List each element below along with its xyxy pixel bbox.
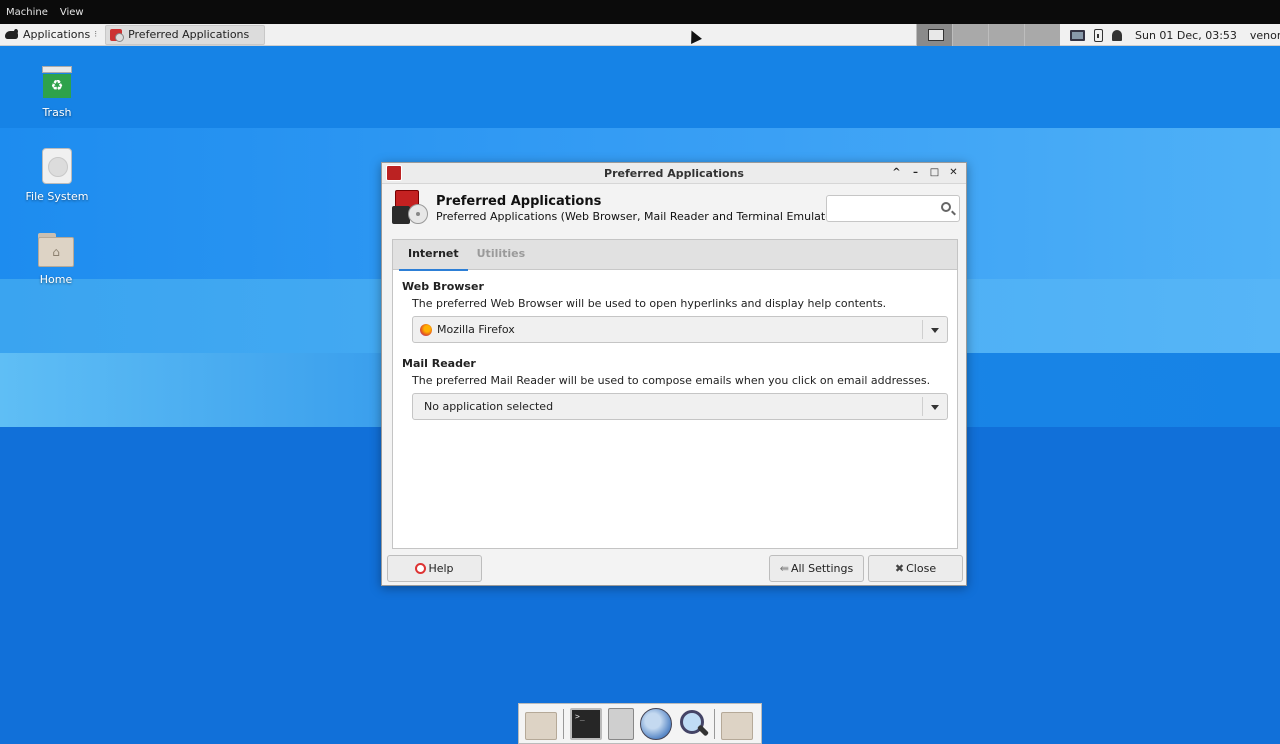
settings-arrow-icon: ⇚ [779,562,789,575]
dock-separator [563,708,564,739]
hard-drive-icon [42,148,72,184]
window-controls: ^ – □ ✕ [890,166,960,179]
chevron-down-icon[interactable] [931,328,939,333]
trash-icon: ♻ [42,66,72,100]
preferred-applications-dialog: Preferred Applications ^ – □ ✕ Preferred… [381,162,967,586]
firefox-icon [420,323,432,336]
notification-bell-icon[interactable] [1112,29,1122,41]
close-window-button[interactable]: ✕ [947,166,960,179]
dock-separator [714,708,715,739]
desktop-icon-trash[interactable]: ♻ Trash [9,66,105,119]
workspace-4[interactable] [1024,24,1060,46]
desktop-icon-label: Home [39,273,73,286]
tab-notebook: Internet Utilities Web Browser The prefe… [392,239,958,549]
workspace-3[interactable] [988,24,1024,46]
web-browser-heading: Web Browser [402,280,484,293]
web-browser-icon[interactable] [640,707,672,740]
preferred-applications-icon [392,190,428,226]
applications-label: Applications [23,28,91,41]
wallpaper-band [0,46,1280,128]
mail-reader-heading: Mail Reader [402,357,476,370]
desktop-icon-label: File System [25,190,89,203]
home-folder-icon: ⌂ [38,233,74,267]
close-button-label: Close [906,562,937,575]
close-button[interactable]: ✖ Close [868,555,963,582]
window-titlebar[interactable]: Preferred Applications ^ – □ ✕ [382,163,966,184]
folder-icon[interactable] [525,711,557,740]
vm-menubar: Machine View [0,0,1280,24]
help-button-label: Help [428,562,454,575]
desktop-icon-file-system[interactable]: File System [9,148,105,203]
tab-utilities[interactable]: Utilities [468,240,535,270]
tab-bar: Internet Utilities [393,240,957,271]
header-subtitle: Preferred Applications (Web Browser, Mai… [436,209,841,223]
lifebuoy-icon [415,563,427,574]
window-app-icon[interactable] [386,165,402,181]
desktop-icon-label: Trash [42,106,72,119]
search-icon[interactable] [941,202,951,212]
bottom-dock [518,703,762,744]
minimize-button[interactable]: – [909,166,922,179]
tab-internet[interactable]: Internet [399,240,468,271]
file-cabinet-icon[interactable] [608,707,634,740]
taskbar-item-preferred-applications[interactable]: Preferred Applications [105,24,266,45]
maximize-button[interactable]: □ [928,166,941,179]
panel-separator: ⁝ [94,29,98,40]
all-settings-button-label: All Settings [790,562,854,575]
desktop-icon-home[interactable]: ⌂ Home [8,233,104,286]
preferred-applications-icon [110,28,125,42]
web-browser-select[interactable]: Mozilla Firefox [412,316,948,343]
vm-menu-machine[interactable]: Machine [6,7,48,18]
terminal-icon[interactable] [570,707,602,740]
dialog-header: Preferred Applications Preferred Applica… [382,184,966,232]
vm-menu-view[interactable]: View [60,7,84,18]
workspace-2[interactable] [952,24,988,46]
panel-clock[interactable]: Sun 01 Dec, 03:53 [1135,29,1237,42]
applications-menu-button[interactable]: Applications ⁝ [0,24,101,46]
help-button[interactable]: Help [387,555,482,582]
app-finder-icon[interactable] [678,708,708,740]
system-tray: Sun 01 Dec, 03:53 venom [1070,24,1280,46]
web-browser-description: The preferred Web Browser will be used t… [412,297,887,310]
workspace-1[interactable] [916,24,952,46]
header-title: Preferred Applications [436,193,602,209]
shade-button[interactable]: ^ [890,166,903,179]
xfce-mouse-icon [4,28,20,42]
battery-icon[interactable] [1094,28,1103,42]
mail-reader-select[interactable]: No application selected [412,393,948,420]
chevron-down-icon[interactable] [931,405,939,410]
close-icon: ✖ [894,562,905,575]
all-settings-button[interactable]: ⇚ All Settings [769,555,864,582]
workspace-switcher [916,24,1060,46]
top-panel: Applications ⁝ Preferred Applications Su… [0,24,1280,46]
network-icon[interactable] [1070,29,1085,41]
settings-search-input[interactable] [826,195,960,222]
folder-icon[interactable] [721,711,753,740]
web-browser-selected-value: Mozilla Firefox [437,323,515,336]
mail-reader-description: The preferred Mail Reader will be used t… [412,374,931,387]
mail-reader-selected-value: No application selected [424,400,554,413]
window-title: Preferred Applications [604,166,744,180]
taskbar-item-label: Preferred Applications [128,28,250,41]
panel-user[interactable]: venom [1250,29,1280,42]
